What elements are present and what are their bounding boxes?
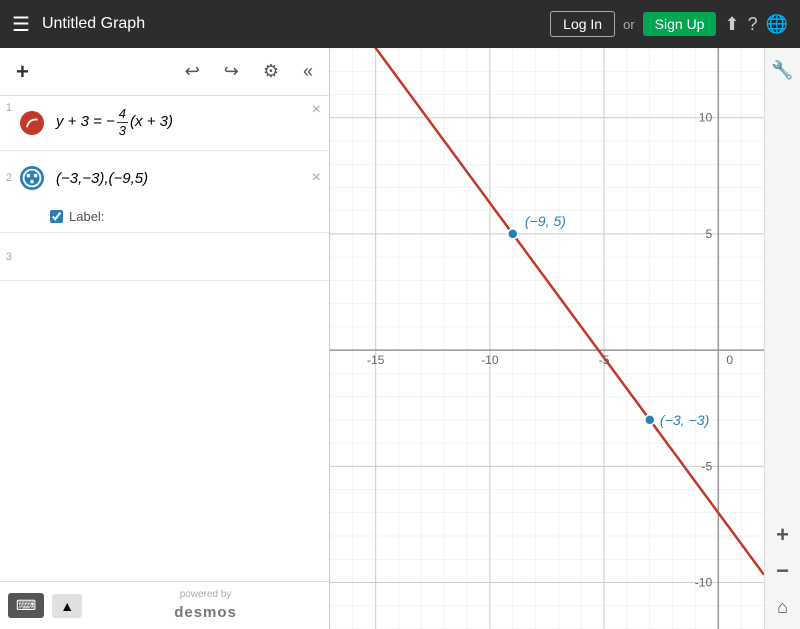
arrow-up-button[interactable]: ▲ (52, 594, 82, 618)
desmos-logo: desmos (174, 602, 237, 623)
svg-text:-10: -10 (481, 353, 499, 367)
expr-formula-1[interactable]: y + 3 = −43(x + 3) (48, 96, 329, 148)
graph-area[interactable]: /* grid drawn inline below */ (−9, 5)(−3… (330, 48, 764, 629)
expression-list: 1 y + 3 = −43(x + 3) × (0, 96, 329, 581)
svg-text:5: 5 (706, 227, 713, 241)
expression-item-2: 2 (−3,−3),(−9,5) (0, 151, 329, 233)
svg-text:-15: -15 (367, 353, 385, 367)
label-checkbox[interactable] (50, 210, 63, 223)
header-actions: Log In or Sign Up ⬆ ? 🌐 (550, 11, 788, 37)
header: ☰ Untitled Graph Log In or Sign Up ⬆ ? 🌐 (0, 0, 800, 48)
expr-icon-1 (16, 96, 48, 150)
expression-item-3[interactable]: 3 (0, 233, 329, 281)
expr-color-circle-1[interactable] (20, 111, 44, 135)
powered-by-text: powered by (180, 588, 232, 602)
expr-num-2: 2 (0, 166, 16, 190)
help-icon[interactable]: ? (748, 14, 758, 35)
signup-button[interactable]: Sign Up (643, 12, 717, 36)
wrench-button[interactable]: 🔧 (767, 54, 799, 86)
expr-close-2[interactable]: × (312, 170, 321, 186)
svg-text:(−3, −3): (−3, −3) (660, 412, 709, 428)
zoom-in-button[interactable]: + (767, 519, 799, 551)
svg-text:-5: -5 (701, 459, 712, 473)
left-panel: + ↩ ↪ ⚙ « 1 (0, 48, 330, 629)
zoom-out-button[interactable]: − (767, 555, 799, 587)
expression-item-1: 1 y + 3 = −43(x + 3) × (0, 96, 329, 151)
expression-toolbar: + ↩ ↪ ⚙ « (0, 48, 329, 96)
svg-text:-10: -10 (695, 576, 713, 590)
globe-icon[interactable]: 🌐 (766, 14, 788, 35)
label-text: Label: (69, 209, 104, 224)
right-toolbar: 🔧 + − ⌂ (764, 48, 800, 629)
expr-num-1: 1 (0, 96, 16, 120)
svg-text:10: 10 (699, 111, 713, 125)
or-text: or (623, 17, 635, 32)
hamburger-icon[interactable]: ☰ (12, 12, 30, 37)
expr-close-1[interactable]: × (312, 102, 321, 118)
svg-text:0: 0 (726, 353, 733, 367)
page-title: Untitled Graph (42, 15, 538, 33)
main-container: + ↩ ↪ ⚙ « 1 (0, 48, 800, 629)
left-footer: ⌨ ▲ powered by desmos (0, 581, 329, 629)
label-row: Label: (0, 209, 104, 224)
home-button[interactable]: ⌂ (767, 591, 799, 623)
expr-formula-2[interactable]: (−3,−3),(−9,5) (48, 160, 312, 197)
expr-icon-2 (16, 151, 48, 205)
svg-text:-5: -5 (599, 353, 610, 367)
share-icon[interactable]: ⬆ (724, 14, 739, 35)
add-expression-button[interactable]: + (12, 55, 33, 89)
powered-by: powered by desmos (90, 588, 321, 623)
login-button[interactable]: Log In (550, 11, 615, 37)
expr-num-3: 3 (0, 245, 16, 269)
undo-button[interactable]: ↩ (181, 57, 204, 86)
redo-button[interactable]: ↪ (220, 57, 243, 86)
keyboard-icon[interactable]: ⌨ (8, 593, 44, 618)
svg-text:(−9, 5): (−9, 5) (525, 213, 566, 229)
collapse-button[interactable]: « (299, 57, 317, 86)
settings-button[interactable]: ⚙ (259, 57, 283, 86)
graph-svg: /* grid drawn inline below */ (−9, 5)(−3… (330, 48, 764, 629)
expr-color-circle-2[interactable] (20, 166, 44, 190)
